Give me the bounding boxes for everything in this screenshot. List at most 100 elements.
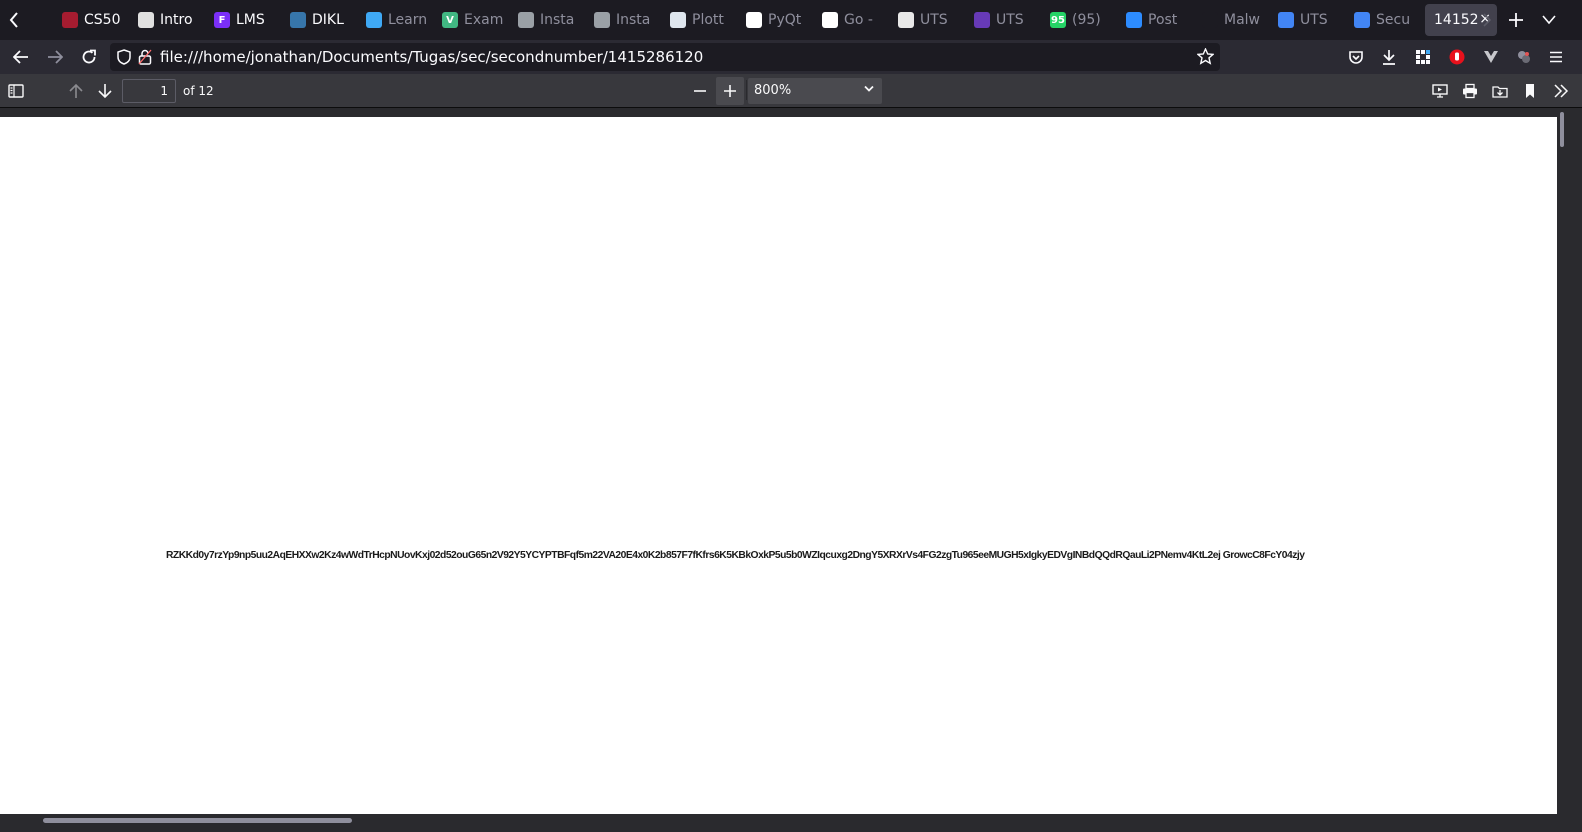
presentation-mode-button[interactable]	[1426, 77, 1454, 105]
pdf-page: RZKKd0y7rzYp9np5uu2AqEHXXw2Kz4wWdTrHcpNU…	[0, 117, 1557, 814]
arrow-up-icon	[69, 83, 83, 98]
ublock-icon	[1449, 49, 1465, 65]
page-count-label: of 12	[183, 84, 214, 98]
lms-logo-icon: F	[214, 12, 230, 28]
book-icon	[898, 12, 914, 28]
downloads-button[interactable]	[1375, 43, 1403, 71]
tab[interactable]: UTS	[1269, 4, 1345, 36]
reload-button[interactable]	[75, 43, 103, 71]
back-button[interactable]	[7, 43, 35, 71]
printer-icon	[1463, 83, 1477, 99]
zoom-in-button[interactable]	[716, 77, 744, 105]
page-number-input[interactable]: 1	[122, 79, 176, 103]
bookmark-star-icon[interactable]	[1197, 48, 1214, 65]
forward-button[interactable]	[41, 43, 69, 71]
horizontal-scrollbar-thumb[interactable]	[43, 818, 352, 823]
print-button[interactable]	[1456, 77, 1484, 105]
zoom-value: 800%	[754, 83, 792, 98]
scroll-tabs-right-button[interactable]	[1478, 8, 1496, 32]
new-tab-button[interactable]	[1502, 6, 1530, 34]
qr-extension-icon	[1416, 50, 1430, 64]
tab-title: CS50	[84, 12, 121, 28]
tools-menu-button[interactable]	[1547, 77, 1575, 105]
pocket-button[interactable]	[1342, 43, 1370, 71]
tab[interactable]: PyQt	[737, 4, 813, 36]
vertical-scrollbar-thumb[interactable]	[1560, 112, 1564, 147]
tab-title: Insta	[616, 12, 651, 28]
vue-devtools-icon	[1484, 51, 1498, 63]
go-icon	[822, 12, 838, 28]
cs50-shield-icon	[62, 12, 78, 28]
url-bar[interactable]: file:///home/jonathan/Documents/Tugas/se…	[110, 43, 1220, 71]
tab[interactable]: DIKL	[281, 4, 357, 36]
app-menu-button[interactable]	[1542, 43, 1570, 71]
zoom-out-button[interactable]	[686, 77, 714, 105]
pdf-viewer-container[interactable]: RZKKd0y7rzYp9np5uu2AqEHXXw2Kz4wWdTrHcpNU…	[0, 108, 1582, 832]
tab[interactable]: UTS	[889, 4, 965, 36]
tab[interactable]: Insta	[509, 4, 585, 36]
vue-logo-icon: V	[442, 12, 458, 28]
forward-arrow-icon	[48, 50, 63, 64]
tab[interactable]: Learn	[357, 4, 433, 36]
minus-icon	[694, 90, 706, 92]
insecure-page-icon[interactable]	[138, 49, 152, 65]
tab[interactable]: Post	[1117, 4, 1193, 36]
list-all-tabs-button[interactable]	[1536, 8, 1562, 32]
scroll-tabs-left-button[interactable]	[2, 6, 26, 34]
extension-button[interactable]	[1510, 43, 1538, 71]
tab-title: Go -	[844, 12, 873, 28]
plotly-icon	[670, 12, 686, 28]
pyqt-icon	[746, 12, 762, 28]
extension-blob-icon	[1518, 51, 1530, 63]
previous-page-button[interactable]	[62, 77, 90, 105]
tab[interactable]: 95 (95)	[1041, 4, 1117, 36]
tab-title: PyQt	[768, 12, 802, 28]
tab[interactable]: F LMS	[205, 4, 281, 36]
tab[interactable]: Secu	[1345, 4, 1421, 36]
save-download-icon	[1492, 86, 1508, 98]
double-chevron-right-icon	[1554, 84, 1569, 98]
tab[interactable]: Go -	[813, 4, 889, 36]
bookmark-icon	[1526, 84, 1534, 98]
next-page-button[interactable]	[91, 77, 119, 105]
toggle-sidebar-button[interactable]	[2, 77, 30, 105]
forms-icon	[974, 12, 990, 28]
tab[interactable]: CS50	[53, 4, 129, 36]
tab-title: UTS	[996, 12, 1024, 28]
current-view-bookmark-button[interactable]	[1516, 77, 1544, 105]
tab[interactable]: Intro	[129, 4, 205, 36]
ublock-button[interactable]	[1443, 43, 1471, 71]
tab[interactable]: UTS	[965, 4, 1041, 36]
tracking-shield-icon[interactable]	[117, 49, 131, 65]
presentation-icon	[1432, 84, 1448, 98]
doc-icon	[518, 12, 534, 28]
tab[interactable]: Insta	[585, 4, 661, 36]
save-button[interactable]	[1486, 77, 1514, 105]
download-icon	[1383, 50, 1395, 65]
back-arrow-icon	[13, 50, 28, 64]
tab-title: Intro	[160, 12, 193, 28]
vertical-scrollbar-track	[1557, 108, 1582, 818]
vue-devtools-button[interactable]	[1477, 43, 1505, 71]
tab[interactable]	[44, 4, 53, 36]
tab-title: Insta	[540, 12, 575, 28]
tab[interactable]: V Exam	[433, 4, 509, 36]
document-text-line: RZKKd0y7rzYp9np5uu2AqEHXXw2Kz4wWdTrHcpNU…	[166, 550, 1305, 561]
tab-title: UTS	[1300, 12, 1328, 28]
zoom-select[interactable]: 800%	[748, 78, 882, 104]
url-text[interactable]: file:///home/jonathan/Documents/Tugas/se…	[160, 48, 703, 66]
tab[interactable]: Plott	[661, 4, 737, 36]
tab-title: DIKL	[312, 12, 344, 28]
hamburger-menu-icon	[1550, 51, 1562, 63]
tab-title: Post	[1148, 12, 1178, 28]
navigation-toolbar: file:///home/jonathan/Documents/Tugas/se…	[0, 40, 1582, 74]
arrow-down-icon	[98, 84, 112, 99]
chevron-down-icon	[864, 85, 874, 92]
sidebar-toggle-icon	[8, 84, 24, 98]
tab-title: Exam	[464, 12, 504, 28]
arrow-logo-icon	[366, 12, 382, 28]
tab-title: Malw	[1224, 12, 1260, 28]
tab[interactable]: Malw	[1193, 4, 1269, 36]
google-doc-icon	[1354, 12, 1370, 28]
extension-grid-button[interactable]	[1409, 43, 1437, 71]
